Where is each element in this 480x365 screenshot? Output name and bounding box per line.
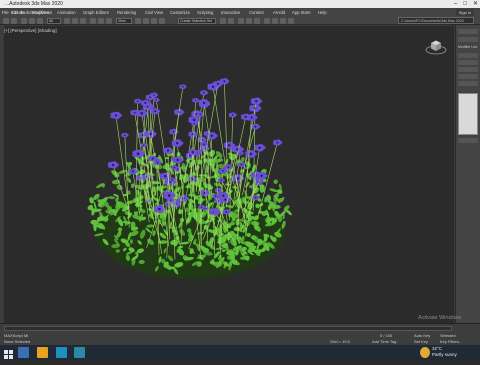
maxscript-listener[interactable]: MAXScript Mi: [4, 333, 28, 338]
time-readout: 0 / 100: [380, 333, 392, 338]
bind-space-warp-icon[interactable]: [37, 18, 43, 24]
window-title: ...Autodesk 3ds Max 2020: [5, 0, 63, 8]
pivot-center-icon[interactable]: [135, 18, 141, 24]
weather-text: Partly sunny: [432, 352, 457, 357]
menu-customize[interactable]: Customize: [170, 8, 190, 17]
menu-arnold[interactable]: Arnold: [273, 8, 285, 17]
curve-editor-icon[interactable]: [246, 18, 252, 24]
mirror-icon[interactable]: [220, 18, 226, 24]
minimize-icon[interactable]: –: [454, 0, 457, 8]
snap-toggle-icon[interactable]: [143, 18, 149, 24]
selection-set-dropdown[interactable]: Create Selection Set: [178, 18, 216, 24]
folder-icon[interactable]: [37, 347, 48, 358]
modifier-button-2[interactable]: [458, 60, 478, 65]
workspace-path-field[interactable]: C:\Users\PC\Documents\3ds Max 2020: [398, 17, 474, 24]
close-icon[interactable]: ✕: [473, 0, 478, 8]
key-filters-button[interactable]: Key Filters...: [440, 339, 462, 344]
menu-civil-view[interactable]: Civil View: [145, 8, 163, 17]
3ds-max-taskbar-icon[interactable]: [74, 347, 85, 358]
menu-file[interactable]: File: [2, 8, 9, 17]
link-icon[interactable]: [21, 18, 27, 24]
menu-create[interactable]: Create: [12, 8, 25, 17]
selection-info: None Selected: [4, 339, 30, 344]
selection-region-icon[interactable]: [80, 18, 86, 24]
select-scale-icon[interactable]: [106, 18, 112, 24]
key-mode-dropdown[interactable]: Selected: [440, 333, 456, 338]
set-key-button[interactable]: Set Key: [414, 339, 428, 344]
menu-animation[interactable]: Animation: [57, 8, 76, 17]
align-icon[interactable]: [228, 18, 234, 24]
modifier-button-3[interactable]: [458, 67, 478, 72]
angle-snap-icon[interactable]: [151, 18, 157, 24]
title-bar: ...Autodesk 3ds Max 2020 – □ ✕: [0, 0, 480, 8]
rendered-frame-window-icon[interactable]: [280, 18, 286, 24]
activate-windows-title: Activate Windows: [418, 315, 461, 321]
percent-snap-icon[interactable]: [159, 18, 165, 24]
weather-temp: 32°C: [432, 346, 442, 351]
maximize-icon[interactable]: □: [463, 0, 467, 8]
layer-explorer-icon[interactable]: [238, 18, 244, 24]
object-name-field[interactable]: [458, 37, 478, 42]
menu-scripting[interactable]: Scripting: [197, 8, 213, 17]
windows-taskbar: 32°C Partly sunny: [0, 345, 480, 360]
file-explorer-icon[interactable]: [18, 347, 29, 358]
menu-interactive[interactable]: Interactive: [221, 8, 240, 17]
flower-bush-model[interactable]: [4, 26, 455, 325]
add-time-tag-button[interactable]: Add Time Tag: [372, 339, 396, 344]
command-panel: Modifier List: [456, 25, 480, 323]
menu-rendering[interactable]: Rendering: [117, 8, 136, 17]
sign-in-button[interactable]: Sign In: [456, 9, 474, 16]
render-production-icon[interactable]: [288, 18, 294, 24]
select-move-icon[interactable]: [90, 18, 96, 24]
modifier-stack-list[interactable]: [458, 93, 478, 135]
render-setup-icon[interactable]: [272, 18, 278, 24]
menu-help[interactable]: Help: [318, 8, 327, 17]
selection-filter-dropdown[interactable]: All: [47, 18, 61, 24]
menu-modifiers[interactable]: Modifiers: [32, 8, 49, 17]
menu-bar: File Edit Tools Group Views Create Modif…: [0, 8, 480, 17]
weather-icon[interactable]: [420, 347, 430, 358]
undo-icon[interactable]: [3, 18, 9, 24]
select-by-name-icon[interactable]: [72, 18, 78, 24]
reference-coordinate-dropdown[interactable]: View: [116, 18, 132, 24]
status-bar: MAXScript Mi None Selected 0 / 100 Grid …: [0, 323, 480, 345]
browser-icon[interactable]: [56, 347, 67, 358]
grid-label: Grid = 10.0: [330, 339, 350, 344]
schematic-view-icon[interactable]: [254, 18, 260, 24]
modifier-list-label[interactable]: Modifier List: [458, 45, 477, 49]
menu-app-store[interactable]: App Store: [292, 8, 311, 17]
window-controls: – □ ✕: [454, 0, 478, 8]
redo-icon[interactable]: [11, 18, 17, 24]
modifier-button-1[interactable]: [458, 53, 478, 58]
stack-controls[interactable]: [458, 138, 478, 143]
unlink-icon[interactable]: [29, 18, 35, 24]
select-rotate-icon[interactable]: [98, 18, 104, 24]
material-editor-icon[interactable]: [264, 18, 270, 24]
command-panel-tabs[interactable]: [458, 29, 478, 34]
perspective-viewport[interactable]: [+] [Perspective] [Shading]: [3, 25, 455, 325]
auto-key-button[interactable]: Auto Key: [414, 333, 430, 338]
menu-graph-editors[interactable]: Graph Editors: [83, 8, 109, 17]
windows-start-icon[interactable]: [3, 347, 14, 358]
modifier-button-5[interactable]: [458, 81, 478, 86]
modifier-button-4[interactable]: [458, 74, 478, 79]
menu-content[interactable]: Content: [249, 8, 264, 17]
select-object-icon[interactable]: [64, 18, 70, 24]
time-slider[interactable]: [4, 326, 452, 331]
